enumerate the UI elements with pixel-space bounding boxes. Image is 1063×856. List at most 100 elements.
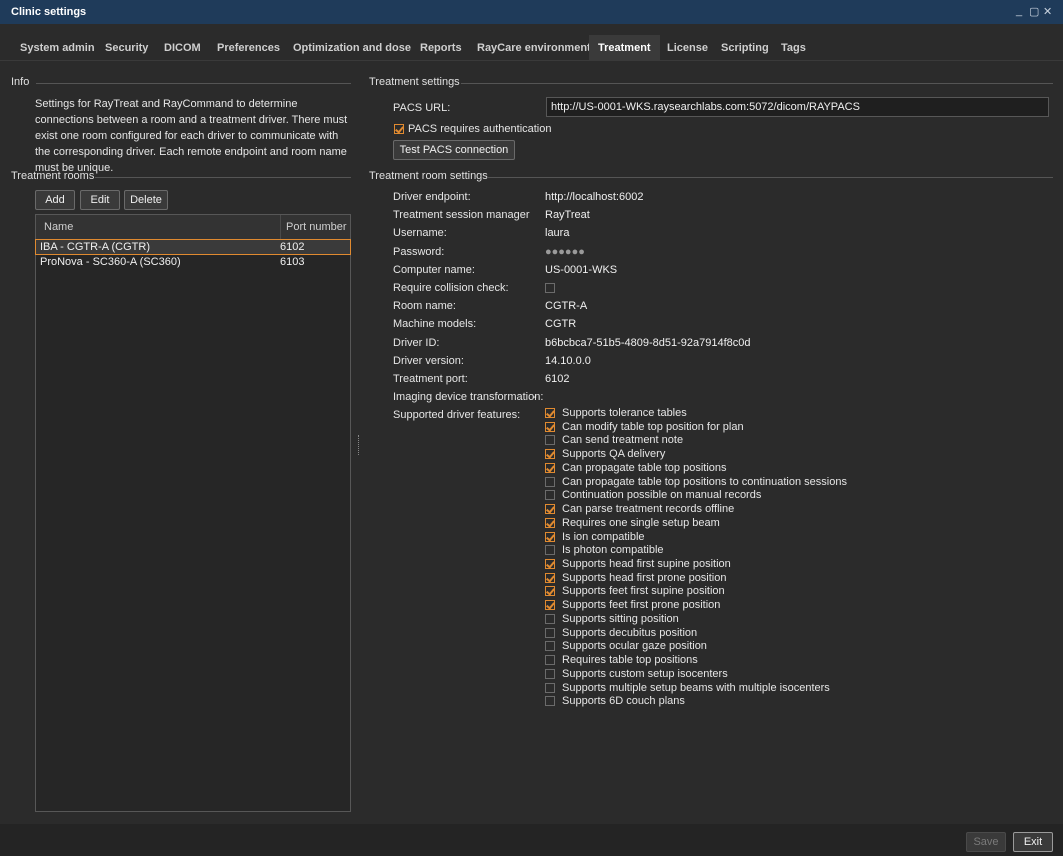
- feature-checkbox[interactable]: [545, 683, 555, 693]
- edit-button[interactable]: Edit: [80, 190, 120, 210]
- feature-checkbox[interactable]: [545, 532, 555, 542]
- feature-checkbox[interactable]: [545, 573, 555, 583]
- pacs-url-field[interactable]: http://US-0001-WKS.raysearchlabs.com:507…: [546, 97, 1049, 117]
- test-pacs-connection-button[interactable]: Test PACS connection: [393, 140, 515, 160]
- tab-system-admin[interactable]: System admin: [11, 35, 104, 61]
- field-label: Room name:: [393, 300, 456, 312]
- port-cell: 6103: [280, 256, 305, 268]
- info-header-label: Info: [11, 76, 30, 88]
- field-label: Driver endpoint:: [393, 191, 471, 203]
- feature-checkbox[interactable]: [545, 614, 555, 624]
- table-row[interactable]: IBA - CGTR-A (CGTR) 6102: [35, 239, 351, 255]
- feature-label: Supports tolerance tables: [562, 407, 687, 419]
- feature-checkbox[interactable]: [545, 559, 555, 569]
- tab-raycare-environment[interactable]: RayCare environment: [468, 35, 600, 61]
- tab-reports[interactable]: Reports: [411, 35, 471, 61]
- feature-checkbox[interactable]: [545, 641, 555, 651]
- room-settings-label: Treatment room settings: [369, 170, 488, 182]
- feature-label: Supports multiple setup beams with multi…: [562, 682, 830, 694]
- feature-checkbox[interactable]: [545, 504, 555, 514]
- tab-optimization-and-dose[interactable]: Optimization and dose: [284, 35, 420, 61]
- tab-scripting[interactable]: Scripting: [712, 35, 778, 61]
- tab-preferences[interactable]: Preferences: [208, 35, 289, 61]
- field-value: ●●●●●●: [545, 246, 585, 258]
- info-text: Settings for RayTreat and RayCommand to …: [35, 98, 348, 174]
- field-value: http://localhost:6002: [545, 191, 644, 203]
- feature-label: Can send treatment note: [562, 434, 684, 446]
- field-value: CGTR-A: [545, 300, 588, 312]
- feature-label: Supports QA delivery: [562, 448, 666, 460]
- feature-label: Requires table top positions: [562, 654, 698, 666]
- feature-label: Supports custom setup isocenters: [562, 668, 728, 680]
- table-header: Name Port number: [36, 215, 350, 240]
- table-row[interactable]: ProNova - SC360-A (SC360) 6103: [36, 255, 350, 269]
- divider: [95, 177, 351, 178]
- delete-button[interactable]: Delete: [124, 190, 168, 210]
- tab-security[interactable]: Security: [96, 35, 157, 61]
- feature-checkbox[interactable]: [545, 477, 555, 487]
- room-name-cell: ProNova - SC360-A (SC360): [40, 256, 181, 268]
- column-divider[interactable]: [280, 215, 281, 239]
- require-collision-check-checkbox[interactable]: [545, 283, 555, 293]
- feature-checkbox[interactable]: [545, 422, 555, 432]
- feature-checkbox[interactable]: [545, 586, 555, 596]
- field-label: Require collision check:: [393, 282, 509, 294]
- pacs-auth-checkbox[interactable]: [394, 124, 404, 134]
- feature-checkbox[interactable]: [545, 669, 555, 679]
- feature-checkbox[interactable]: [545, 490, 555, 500]
- panel-splitter[interactable]: [358, 435, 361, 455]
- rooms-header-label: Treatment rooms: [11, 170, 95, 182]
- feature-label: Supports ocular gaze position: [562, 640, 707, 652]
- save-button[interactable]: Save: [966, 832, 1006, 852]
- close-icon[interactable]: ✕: [1043, 5, 1052, 18]
- feature-label: Is ion compatible: [562, 531, 645, 543]
- feature-label: Can propagate table top positions to con…: [562, 476, 847, 488]
- divider: [461, 83, 1053, 84]
- feature-label: Supports head first prone position: [562, 572, 727, 584]
- feature-checkbox[interactable]: [545, 435, 555, 445]
- exit-button[interactable]: Exit: [1013, 832, 1053, 852]
- feature-checkbox[interactable]: [545, 628, 555, 638]
- pacs-auth-label: PACS requires authentication: [408, 123, 552, 135]
- feature-label: Is photon compatible: [562, 544, 664, 556]
- feature-checkbox[interactable]: [545, 518, 555, 528]
- feature-checkbox[interactable]: [545, 600, 555, 610]
- treatment-settings-label: Treatment settings: [369, 76, 460, 88]
- feature-label: Supports 6D couch plans: [562, 695, 685, 707]
- tab-treatment[interactable]: Treatment: [589, 35, 660, 61]
- minimize-icon[interactable]: _: [1016, 5, 1022, 17]
- field-value: RayTreat: [545, 209, 590, 221]
- room-name-cell: IBA - CGTR-A (CGTR): [40, 241, 150, 253]
- field-label: Supported driver features:: [393, 409, 521, 421]
- column-name-header[interactable]: Name: [44, 221, 73, 233]
- tab-dicom[interactable]: DICOM: [155, 35, 210, 61]
- feature-checkbox[interactable]: [545, 463, 555, 473]
- field-label: Treatment port:: [393, 373, 468, 385]
- tab-license[interactable]: License: [658, 35, 717, 61]
- field-label: Machine models:: [393, 318, 477, 330]
- tab-bar: System admin Security DICOM Preferences …: [0, 24, 1063, 61]
- rooms-table[interactable]: Name Port number IBA - CGTR-A (CGTR) 610…: [35, 214, 351, 812]
- title-bar: Clinic settings _ ▢ ✕: [0, 0, 1063, 24]
- maximize-icon[interactable]: ▢: [1029, 5, 1039, 18]
- column-port-header[interactable]: Port number: [286, 221, 347, 233]
- feature-label: Supports decubitus position: [562, 627, 698, 639]
- field-value: 6102: [545, 373, 570, 385]
- tab-tags[interactable]: Tags: [772, 35, 815, 61]
- field-value: US-0001-WKS: [545, 264, 618, 276]
- feature-label: Can parse treatment records offline: [562, 503, 735, 515]
- field-value: laura: [545, 227, 570, 239]
- add-button[interactable]: Add: [35, 190, 75, 210]
- feature-label: Supports feet first supine position: [562, 585, 725, 597]
- field-label: Imaging device transformation:: [393, 391, 544, 403]
- feature-checkbox[interactable]: [545, 408, 555, 418]
- port-cell: 6102: [280, 241, 305, 253]
- field-label: Treatment session manager: [393, 209, 530, 221]
- feature-checkbox[interactable]: [545, 545, 555, 555]
- feature-label: Can modify table top position for plan: [562, 421, 744, 433]
- feature-checkbox[interactable]: [545, 696, 555, 706]
- feature-checkbox[interactable]: [545, 449, 555, 459]
- room-settings-header: Treatment room settings: [369, 170, 1053, 182]
- field-label: Driver ID:: [393, 337, 440, 349]
- feature-checkbox[interactable]: [545, 655, 555, 665]
